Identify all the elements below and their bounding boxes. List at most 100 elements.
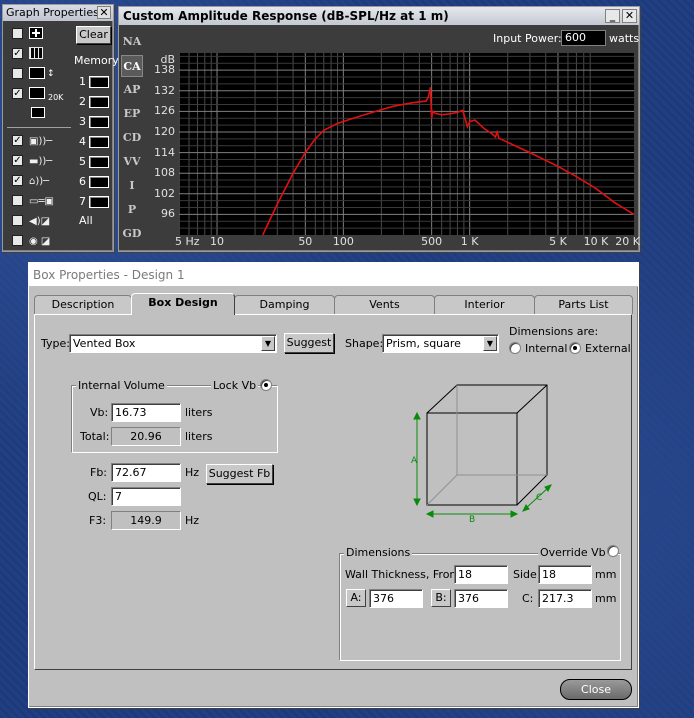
internal-radio-label: Internal <box>525 342 568 355</box>
internal-volume-label: Internal Volume <box>76 379 167 392</box>
graph-tab-ca[interactable]: CA <box>121 55 143 77</box>
dimension-c-label: C <box>536 493 542 503</box>
driver-speaker-icon: ▣))─ <box>29 136 53 147</box>
box-properties-titlebar[interactable]: Box Properties - Design 1 <box>29 263 638 287</box>
graph-option-checkbox[interactable] <box>12 235 23 246</box>
memory-slot-label: 5 <box>79 155 86 168</box>
a-input[interactable]: 376 <box>369 589 423 608</box>
memory-slot-swatch[interactable] <box>89 136 109 148</box>
graph-tab-cd[interactable]: CD <box>121 127 143 149</box>
graph-option-checkbox[interactable]: ✓ <box>12 48 23 59</box>
vb-input[interactable]: 16.73 <box>111 403 181 422</box>
vb-label: Vb: <box>90 406 109 419</box>
y-tick-label: 108 <box>154 166 175 180</box>
graph-option-checkbox[interactable] <box>12 215 23 226</box>
override-vb-label: Override Vb <box>538 546 608 559</box>
b-label[interactable]: B: <box>431 589 451 607</box>
memory-slot-swatch[interactable] <box>89 196 109 208</box>
suggest-fb-button[interactable]: Suggest Fb <box>206 464 273 484</box>
b-input[interactable]: 376 <box>454 589 508 608</box>
f3-label: F3: <box>89 514 107 527</box>
graph-properties-title: Graph Properties <box>6 6 99 19</box>
lock-vb-radio[interactable] <box>260 379 272 391</box>
graph-option-checkbox[interactable] <box>12 68 23 79</box>
graph-window-titlebar[interactable]: Custom Amplitude Response (dB-SPL/Hz at … <box>119 7 639 25</box>
graph-option-checkbox[interactable]: ✓ <box>12 135 23 146</box>
room-speaker-icon: ⌂))─ <box>29 176 50 187</box>
close-button[interactable]: Close <box>560 679 632 700</box>
graph-tab-na[interactable]: NA <box>121 31 143 53</box>
tab-description[interactable]: Description <box>34 295 132 314</box>
side-input[interactable]: 18 <box>538 565 592 584</box>
override-vb-radio[interactable] <box>607 545 619 557</box>
wall-front-input[interactable]: 18 <box>454 565 508 584</box>
ql-label: QL: <box>88 490 107 503</box>
suggest-button[interactable]: Suggest <box>284 333 334 353</box>
memory-slot-label: 6 <box>79 175 86 188</box>
printer-icon[interactable] <box>31 107 53 121</box>
c-label: C: <box>522 592 534 605</box>
box-design-panel: Type: Vented Box ▼ Suggest Shape: Prism, … <box>34 314 632 670</box>
watts-label: watts <box>609 32 640 45</box>
internal-radio[interactable] <box>509 342 521 354</box>
memory-slot-label: 4 <box>79 135 86 148</box>
shape-select[interactable]: Prism, square ▼ <box>382 334 499 353</box>
memory-slot-swatch[interactable] <box>89 176 109 188</box>
ql-input[interactable]: 7 <box>111 487 181 506</box>
chevron-down-icon[interactable]: ▼ <box>261 336 275 351</box>
graph-option-checkbox[interactable]: ✓ <box>12 175 23 186</box>
fb-unit: Hz <box>185 466 200 479</box>
amplifier-icon: ▭═▣ <box>29 196 54 207</box>
tab-damping[interactable]: Damping <box>234 295 335 314</box>
fb-input[interactable]: 72.67 <box>111 463 181 482</box>
shape-label: Shape: <box>345 337 384 350</box>
graph-option-checkbox[interactable]: ✓ <box>12 88 23 99</box>
external-radio[interactable] <box>569 342 581 354</box>
x-tick-label: 10 <box>210 235 225 248</box>
dimension-arrows <box>413 411 552 518</box>
chevron-down-icon[interactable]: ▼ <box>483 336 497 351</box>
wall-thickness-front-label: Wall Thickness, Front: <box>345 568 465 581</box>
tab-interior[interactable]: Interior <box>434 295 535 314</box>
type-select[interactable]: Vented Box ▼ <box>69 334 277 353</box>
graph-option-checkbox[interactable] <box>12 195 23 206</box>
type-select-value: Vented Box <box>73 337 136 350</box>
clear-memory-button[interactable]: Clear <box>76 26 111 44</box>
x-tick-label: 500 <box>421 235 443 248</box>
tab-box-design[interactable]: Box Design <box>131 293 235 315</box>
external-radio-label: External <box>585 342 631 355</box>
graph-option-checkbox[interactable]: ✓ <box>12 155 23 166</box>
memory-slot-swatch[interactable] <box>89 76 109 88</box>
memory-slot-label: 2 <box>79 95 86 108</box>
input-power-field[interactable]: 600 <box>561 30 606 46</box>
graph-tab-vv[interactable]: VV <box>121 151 143 173</box>
graph-option-checkbox[interactable] <box>12 28 23 39</box>
f3-unit: Hz <box>185 514 200 527</box>
total-label: Total: <box>80 430 110 443</box>
dimensions-label: Dimensions <box>344 546 413 559</box>
y-tick-label: 114 <box>154 145 175 159</box>
graph-properties-titlebar[interactable]: Graph Properties ✕ <box>3 5 113 21</box>
graph-tab-ep[interactable]: EP <box>121 103 143 125</box>
vertical-arrows-icon: ↕ <box>47 69 55 79</box>
memory-slot-swatch[interactable] <box>89 96 109 108</box>
tab-vents[interactable]: Vents <box>334 295 435 314</box>
graph-tab-ap[interactable]: AP <box>121 79 143 101</box>
cube-outline <box>426 384 548 506</box>
x-tick-label: 100 <box>332 235 354 248</box>
memory-slot-swatch[interactable] <box>89 156 109 168</box>
amplitude-response-plot[interactable] <box>179 53 634 235</box>
close-icon[interactable]: ✕ <box>622 9 637 23</box>
tab-parts-list[interactable]: Parts List <box>534 295 633 314</box>
c-input[interactable]: 217.3 <box>538 589 592 608</box>
dimensions-are-label: Dimensions are: <box>509 325 599 338</box>
memory-all-label[interactable]: All <box>79 214 93 227</box>
memory-slot-swatch[interactable] <box>89 116 109 128</box>
graph-tab-i[interactable]: I <box>121 175 143 197</box>
close-icon[interactable]: ✕ <box>97 6 111 19</box>
y-tick-label: 96 <box>161 207 175 221</box>
minimize-icon[interactable]: _ <box>605 9 620 23</box>
graph-tab-gd[interactable]: GD <box>121 223 143 245</box>
graph-tab-p[interactable]: P <box>121 199 143 221</box>
a-label[interactable]: A: <box>346 589 366 607</box>
